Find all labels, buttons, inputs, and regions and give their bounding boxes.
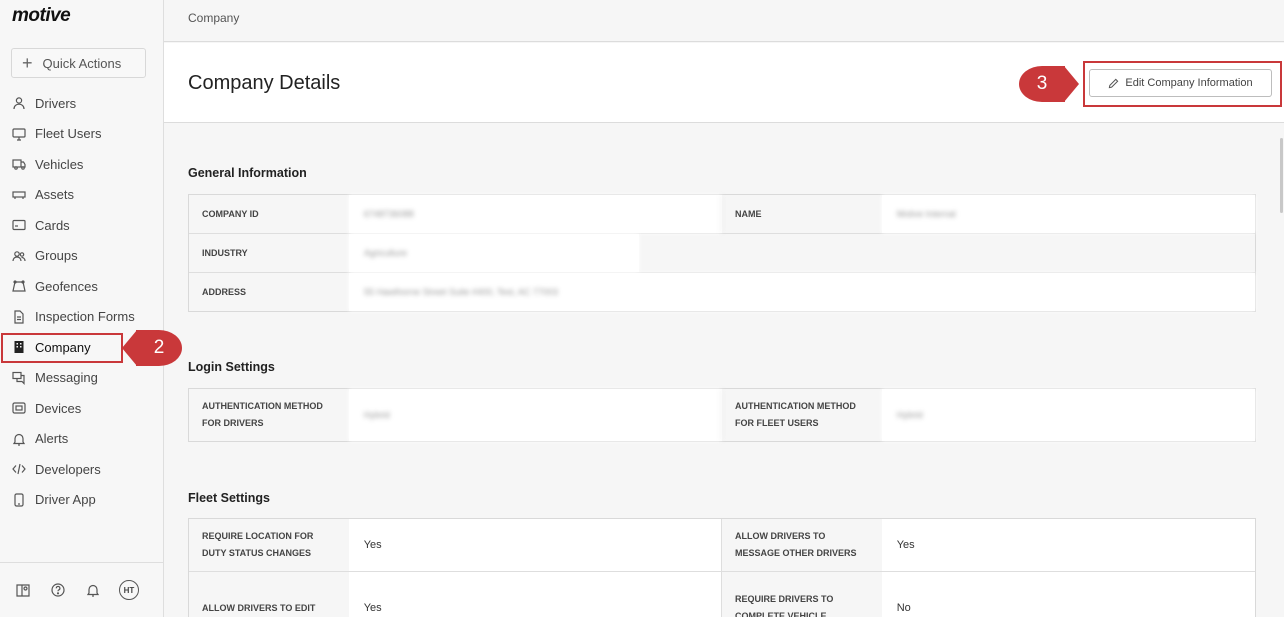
sidebar-item-cards[interactable]: Cards bbox=[0, 210, 164, 241]
sidebar-item-label: Fleet Users bbox=[35, 126, 102, 142]
sidebar-item-geofences[interactable]: Geofences bbox=[0, 271, 164, 302]
sidebar-item-label: Alerts bbox=[35, 431, 69, 447]
main-content[interactable]: General Information COMPANY ID 674873608… bbox=[164, 124, 1284, 617]
industry-label: INDUSTRY bbox=[189, 234, 349, 272]
sidebar-item-inspection-forms[interactable]: Inspection Forms bbox=[0, 302, 164, 333]
top-bar: Company bbox=[164, 0, 1284, 42]
sidebar-item-label: Assets bbox=[35, 187, 75, 203]
chat-icon bbox=[12, 371, 26, 385]
sidebar-item-groups[interactable]: Groups bbox=[0, 241, 164, 272]
sidebar-item-label: Driver App bbox=[35, 492, 96, 508]
monitor-icon bbox=[12, 127, 26, 141]
help-icon[interactable] bbox=[49, 581, 67, 599]
person-icon bbox=[12, 96, 26, 110]
company-id-label: COMPANY ID bbox=[189, 195, 349, 233]
sidebar-item-devices[interactable]: Devices bbox=[0, 393, 164, 424]
allow-edit-value: Yes bbox=[348, 572, 722, 617]
page-header: Company Details Edit Company Information bbox=[164, 43, 1284, 123]
breadcrumb: Company bbox=[188, 11, 240, 25]
fleet-settings-title: Fleet Settings bbox=[188, 491, 270, 505]
table-row: INDUSTRY Agriculture bbox=[189, 234, 1255, 273]
sidebar-item-assets[interactable]: Assets bbox=[0, 180, 164, 211]
industry-value: Agriculture bbox=[349, 234, 639, 272]
sidebar-item-label: Cards bbox=[35, 217, 70, 233]
sidebar: motive + Quick Actions Drivers Fleet Use… bbox=[0, 0, 164, 617]
sidebar-item-label: Developers bbox=[35, 461, 101, 477]
name-value: Motive Internal bbox=[881, 195, 1255, 233]
sidebar-item-label: Devices bbox=[35, 400, 82, 416]
sidebar-item-driver-app[interactable]: Driver App bbox=[0, 485, 164, 516]
building-icon bbox=[12, 340, 26, 354]
trailer-icon bbox=[12, 188, 26, 202]
sidebar-item-alerts[interactable]: Alerts bbox=[0, 424, 164, 455]
empty-cell bbox=[639, 234, 1255, 272]
motive-logo[interactable]: motive bbox=[12, 5, 71, 27]
auth-fleet-users-value: Hybrid bbox=[881, 389, 1255, 441]
sidebar-item-label: Geofences bbox=[35, 278, 98, 294]
sidebar-item-label: Messaging bbox=[35, 370, 98, 386]
sidebar-item-label: Drivers bbox=[35, 95, 77, 111]
sidebar-nav: Drivers Fleet Users Vehicles Assets Card… bbox=[0, 88, 164, 515]
general-information-title: General Information bbox=[188, 166, 307, 180]
phone-icon bbox=[12, 493, 26, 507]
code-icon bbox=[12, 462, 26, 476]
bell-icon bbox=[12, 432, 26, 446]
table-row: AUTHENTICATION METHOD FOR DRIVERS Hybrid… bbox=[189, 389, 1255, 441]
require-location-value: Yes bbox=[348, 519, 722, 571]
require-location-label: REQUIRE LOCATION FOR DUTY STATUS CHANGES bbox=[189, 519, 349, 571]
require-inspection-label: REQUIRE DRIVERS TO COMPLETE VEHICLE bbox=[722, 572, 882, 617]
sidebar-item-vehicles[interactable]: Vehicles bbox=[0, 149, 164, 180]
truck-icon bbox=[12, 157, 26, 171]
quick-actions-label: Quick Actions bbox=[42, 55, 122, 71]
group-icon bbox=[12, 249, 26, 263]
device-icon bbox=[12, 401, 26, 415]
allow-message-value: Yes bbox=[881, 519, 1255, 571]
address-label: ADDRESS bbox=[189, 273, 349, 311]
sidebar-item-developers[interactable]: Developers bbox=[0, 454, 164, 485]
auth-fleet-users-label: AUTHENTICATION METHOD FOR FLEET USERS bbox=[722, 389, 882, 441]
auth-drivers-value: Hybrid bbox=[348, 389, 722, 441]
sidebar-item-label: Company bbox=[35, 339, 91, 355]
edit-company-information-button[interactable]: Edit Company Information bbox=[1089, 69, 1272, 97]
card-icon bbox=[12, 218, 26, 232]
step-3-badge: 3 bbox=[1019, 66, 1079, 102]
sidebar-item-messaging[interactable]: Messaging bbox=[0, 363, 164, 394]
scrollbar[interactable] bbox=[1280, 138, 1283, 213]
document-icon bbox=[12, 310, 26, 324]
allow-edit-label: ALLOW DRIVERS TO EDIT bbox=[189, 572, 349, 617]
address-value: 55 Hawthorne Street Suite #400, Test, AC… bbox=[349, 273, 1255, 311]
quick-actions-button[interactable]: + Quick Actions bbox=[11, 48, 146, 78]
login-settings-title: Login Settings bbox=[188, 360, 275, 374]
table-row: ALLOW DRIVERS TO EDIT Yes REQUIRE DRIVER… bbox=[189, 572, 1255, 617]
general-information-table: COMPANY ID 6748736088 NAME Motive Intern… bbox=[188, 194, 1256, 312]
require-inspection-value: No bbox=[881, 572, 1255, 617]
edit-button-label: Edit Company Information bbox=[1125, 77, 1253, 89]
sidebar-item-drivers[interactable]: Drivers bbox=[0, 88, 164, 119]
table-row: ADDRESS 55 Hawthorne Street Suite #400, … bbox=[189, 273, 1255, 311]
sidebar-item-label: Vehicles bbox=[35, 156, 84, 172]
page-title: Company Details bbox=[188, 72, 341, 94]
plus-icon: + bbox=[22, 53, 33, 73]
sidebar-item-fleet-users[interactable]: Fleet Users bbox=[0, 119, 164, 150]
auth-drivers-label: AUTHENTICATION METHOD FOR DRIVERS bbox=[189, 389, 349, 441]
map-icon[interactable] bbox=[14, 581, 32, 599]
company-id-value: 6748736088 bbox=[348, 195, 722, 233]
fleet-settings-table: REQUIRE LOCATION FOR DUTY STATUS CHANGES… bbox=[188, 518, 1256, 617]
sidebar-footer: HT bbox=[0, 562, 164, 617]
sidebar-item-label: Inspection Forms bbox=[35, 309, 135, 325]
edit-button-highlight: Edit Company Information bbox=[1083, 61, 1282, 107]
user-avatar[interactable]: HT bbox=[119, 580, 139, 600]
name-label: NAME bbox=[722, 195, 882, 233]
pencil-icon bbox=[1109, 78, 1119, 88]
allow-message-label: ALLOW DRIVERS TO MESSAGE OTHER DRIVERS bbox=[722, 519, 882, 571]
table-row: COMPANY ID 6748736088 NAME Motive Intern… bbox=[189, 195, 1255, 234]
notifications-bell-icon[interactable] bbox=[84, 581, 102, 599]
login-settings-table: AUTHENTICATION METHOD FOR DRIVERS Hybrid… bbox=[188, 388, 1256, 442]
table-row: REQUIRE LOCATION FOR DUTY STATUS CHANGES… bbox=[189, 519, 1255, 572]
sidebar-item-label: Groups bbox=[35, 248, 78, 264]
geofence-icon bbox=[12, 279, 26, 293]
